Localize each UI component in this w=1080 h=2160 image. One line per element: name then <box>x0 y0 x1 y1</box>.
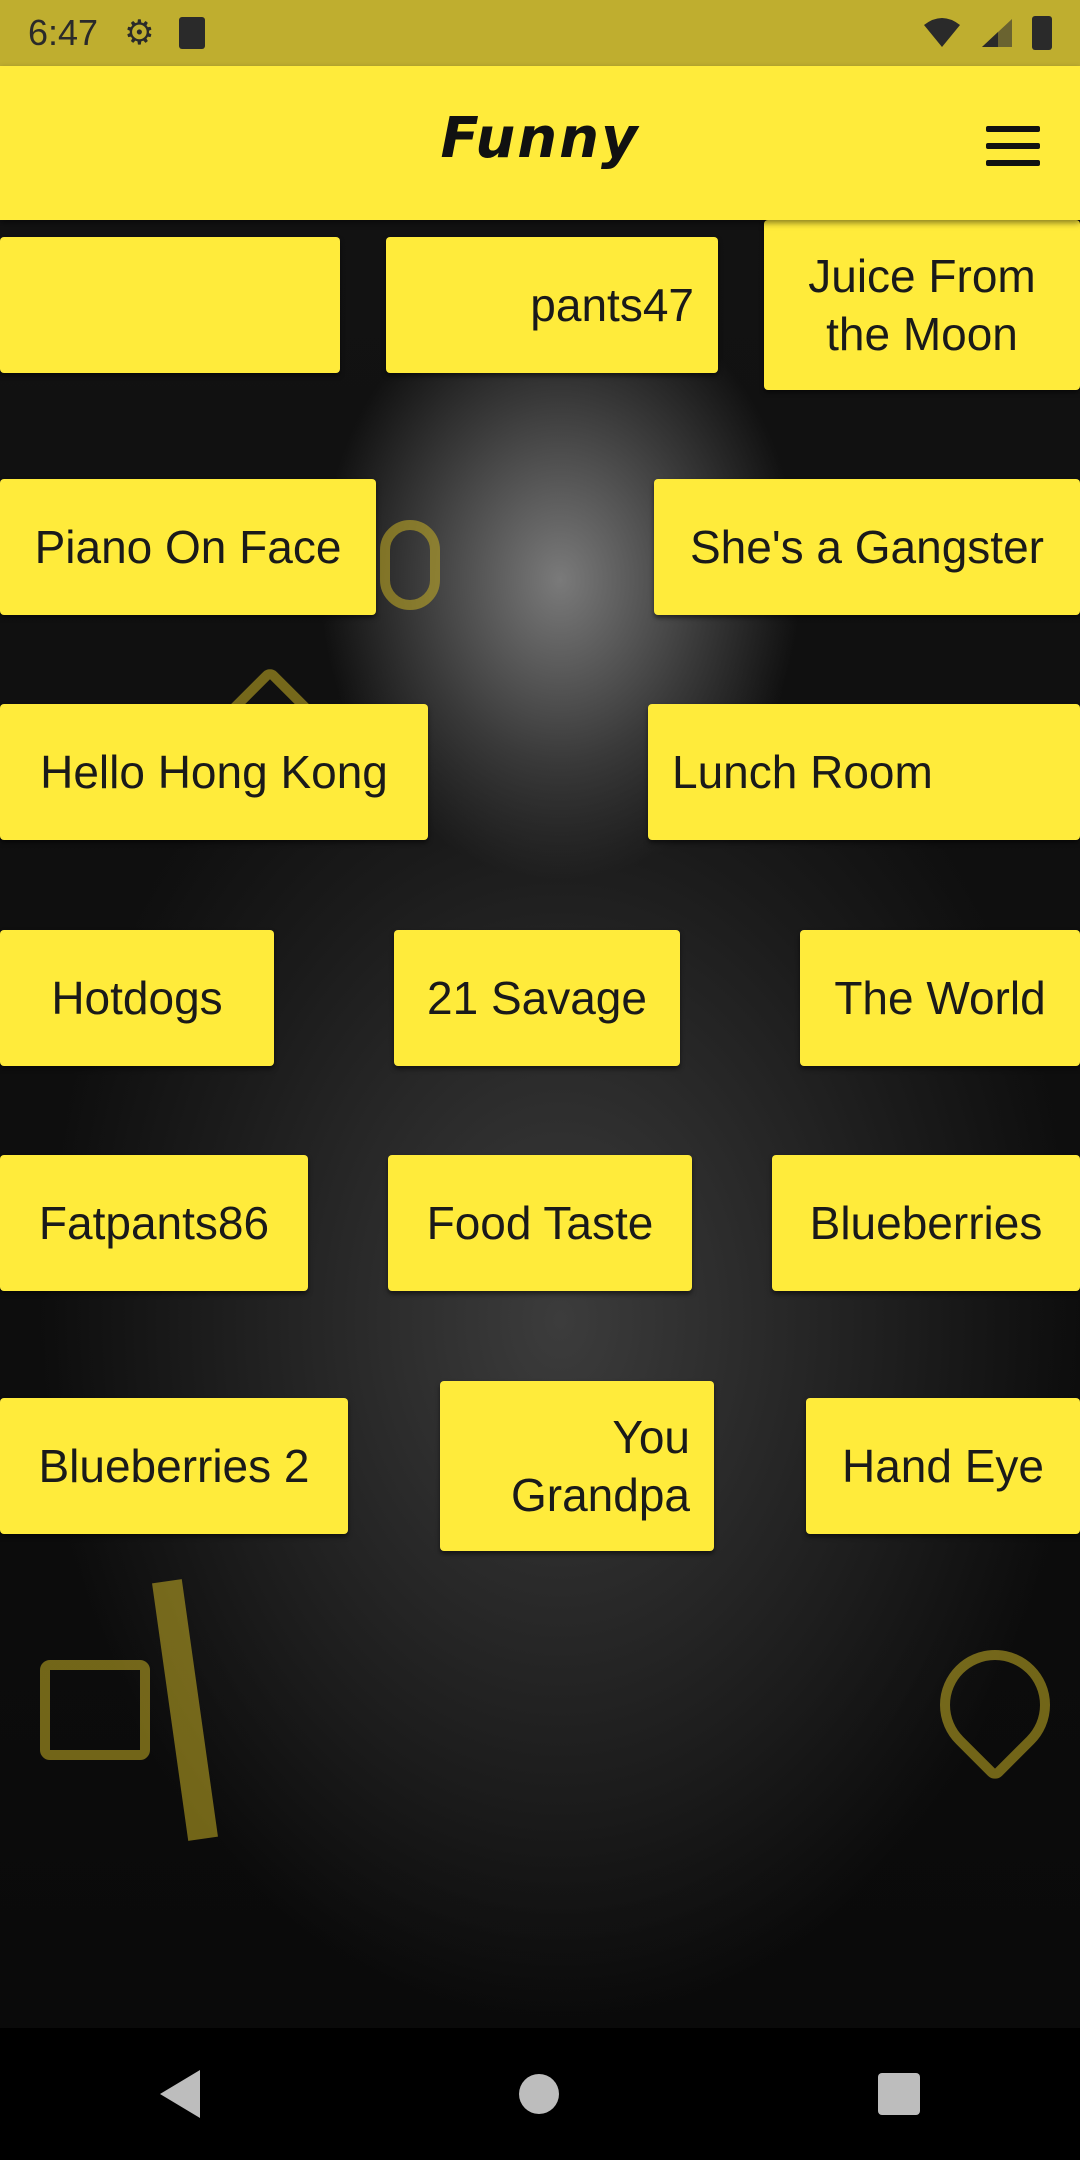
sound-button[interactable]: You Grandpa <box>440 1381 714 1551</box>
back-icon[interactable] <box>159 2070 200 2118</box>
wifi-icon <box>924 18 960 47</box>
sound-button[interactable] <box>0 237 340 373</box>
app-bar: Funny <box>0 66 1080 220</box>
app-title: Funny <box>440 106 640 171</box>
sound-board: pants47 Juice From the Moon Piano On Fac… <box>0 220 1080 2028</box>
heart-decoration-icon <box>917 1627 1073 1783</box>
battery-icon <box>1032 16 1052 50</box>
sound-button[interactable]: Hand Eye <box>806 1398 1080 1534</box>
sound-button[interactable]: pants47 <box>386 237 718 373</box>
sound-button[interactable]: Lunch Room <box>648 704 1080 840</box>
hamburger-menu-icon[interactable] <box>986 126 1040 166</box>
status-bar: 6:47 ⚙ <box>0 0 1080 66</box>
sound-button[interactable]: Hello Hong Kong <box>0 704 428 840</box>
thumbs-up-decoration-icon <box>40 1660 150 1760</box>
signal-icon <box>982 19 1012 47</box>
lanyard-decoration <box>152 1579 218 1841</box>
sound-button[interactable]: 21 Savage <box>394 930 680 1066</box>
sound-button[interactable]: Fatpants86 <box>0 1155 308 1291</box>
sound-button[interactable]: The World <box>800 930 1080 1066</box>
sound-button[interactable]: Blueberries <box>772 1155 1080 1291</box>
status-time: 6:47 <box>28 12 99 53</box>
sound-button[interactable]: She's a Gangster <box>654 479 1080 615</box>
recent-apps-icon[interactable] <box>878 2073 921 2115</box>
sound-button[interactable]: Hotdogs <box>0 930 274 1066</box>
sound-button[interactable]: Juice From the Moon <box>764 220 1080 390</box>
sound-button[interactable]: Food Taste <box>388 1155 692 1291</box>
headphones-decoration-icon <box>380 520 440 610</box>
sd-card-icon <box>178 17 205 49</box>
sound-button[interactable]: Piano On Face <box>0 479 376 615</box>
navigation-bar <box>0 2028 1080 2160</box>
gear-icon: ⚙ <box>124 14 155 52</box>
sound-button[interactable]: Blueberries 2 <box>0 1398 348 1534</box>
home-icon[interactable] <box>518 2074 559 2114</box>
